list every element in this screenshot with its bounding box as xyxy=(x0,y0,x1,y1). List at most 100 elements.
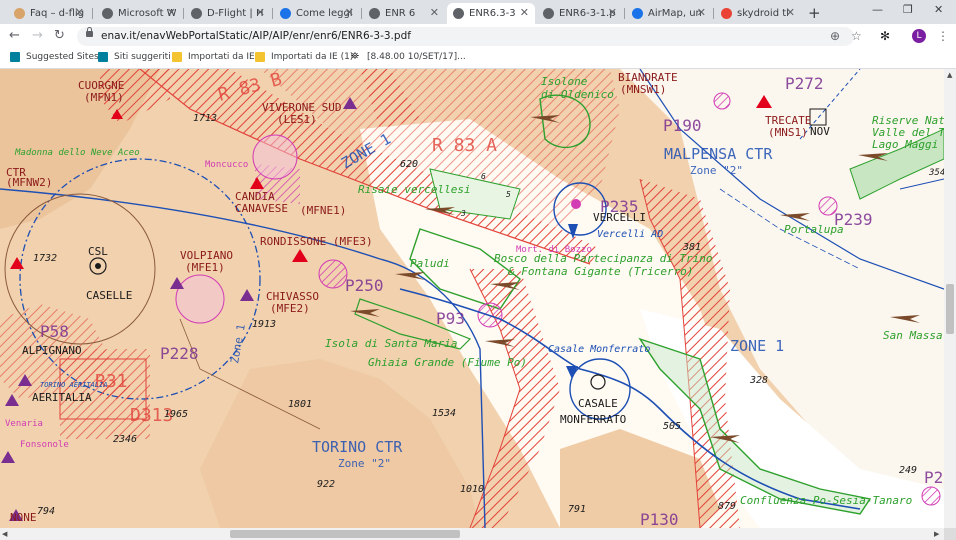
label-p190: P190 xyxy=(663,116,702,135)
tab-come-leggi[interactable]: Come leggi ✕ xyxy=(274,3,360,24)
close-tab-icon[interactable]: ✕ xyxy=(697,6,706,19)
label-caselle: CASELLE xyxy=(86,289,132,302)
restore-icon[interactable]: ❐ xyxy=(903,3,913,16)
label-mfe2: (MFE2) xyxy=(270,302,310,315)
vertical-scroll-thumb[interactable] xyxy=(946,284,954,334)
label-paludi: Paludi xyxy=(410,257,450,270)
elevation-328: 328 xyxy=(749,375,768,386)
bookmark-satellite[interactable]: ⛯ [8.48.00 10/SET/17]... xyxy=(351,51,466,63)
label-none: NONE xyxy=(10,511,37,524)
close-window-icon[interactable]: ✕ xyxy=(934,3,943,16)
label-mfnw2: (MFNW2) xyxy=(6,176,52,189)
tab-favicon-icon xyxy=(14,8,25,19)
close-tab-icon[interactable]: ✕ xyxy=(608,6,617,19)
bookmark-label: [8.48.00 10/SET/17]... xyxy=(367,52,466,62)
field-marker-6: 6 xyxy=(481,172,486,181)
label-zone2-torino: Zone "2" xyxy=(338,457,391,470)
pdf-viewer[interactable]: CUORGNE (MFN1) VIVERONE SUD (LES1) BIAND… xyxy=(0,69,944,528)
tab-dflight[interactable]: D-Flight | H ✕ xyxy=(185,3,271,24)
tab-enr6-3-1[interactable]: ENR6-3-1.p ✕ xyxy=(537,3,623,24)
tab-airmap[interactable]: AirMap, un ✕ xyxy=(626,3,712,24)
new-tab-button[interactable]: + xyxy=(808,4,821,22)
close-tab-icon[interactable]: ✕ xyxy=(786,6,795,19)
elevation-1010: 1010 xyxy=(460,484,484,495)
satellite-icon: ⛯ xyxy=(351,51,359,62)
bookmark-importati-ie-1[interactable]: Importati da IE (1) xyxy=(255,52,353,62)
elevation-1713: 1713 xyxy=(193,113,217,124)
scroll-up-icon[interactable]: ▲ xyxy=(947,71,952,79)
reload-icon[interactable]: ↻ xyxy=(54,28,65,43)
tab-divider xyxy=(183,8,184,19)
bing-icon xyxy=(10,52,20,62)
profile-avatar[interactable]: L xyxy=(912,29,926,43)
label-p58: P58 xyxy=(40,322,69,341)
extension-icon[interactable]: ✻ xyxy=(880,29,890,43)
scroll-right-icon[interactable]: ▶ xyxy=(934,530,939,538)
tab-strip: Faq – d-flig ✕ Microsoft W ✕ D-Flight | … xyxy=(0,0,956,24)
bookmark-importati-ie[interactable]: Importati da IE xyxy=(172,52,255,62)
elevation-879: 879 xyxy=(718,501,736,512)
bookmark-star-icon[interactable]: ☆ xyxy=(851,29,862,43)
elevation-2346: 2346 xyxy=(113,434,137,445)
elevation-505: 505 xyxy=(663,421,681,432)
label-malpensa-ctr: MALPENSA CTR xyxy=(664,145,773,163)
label-zone2-malpensa: Zone "2" xyxy=(690,164,743,177)
vertical-scrollbar[interactable]: ▲ xyxy=(944,69,956,528)
address-bar[interactable]: enav.it/enavWebPortalStatic/AIP/AIP/enr/… xyxy=(77,27,854,46)
close-tab-icon[interactable]: ✕ xyxy=(430,6,439,19)
bookmark-label: Importati da IE xyxy=(188,52,255,62)
label-vercelli: VERCELLI xyxy=(593,211,646,224)
close-tab-icon[interactable]: ✕ xyxy=(520,6,529,19)
label-r83a: R 83 A xyxy=(432,135,497,156)
scroll-corner xyxy=(944,528,956,540)
elevation-1913: 1913 xyxy=(252,319,276,330)
label-risaie: Risaie vercellesi xyxy=(358,183,471,196)
label-vercelli-ad: Vercelli AD xyxy=(597,229,663,240)
restricted-circle xyxy=(713,92,731,110)
close-tab-icon[interactable]: ✕ xyxy=(345,6,354,19)
close-tab-icon[interactable]: ✕ xyxy=(167,6,176,19)
minimize-icon[interactable]: — xyxy=(872,3,883,16)
label-mnsw1: (MNSW1) xyxy=(620,83,666,96)
forward-arrow-icon[interactable]: → xyxy=(32,28,43,43)
label-mns1: (MNS1) xyxy=(768,126,808,139)
scroll-left-icon[interactable]: ◀ xyxy=(2,530,7,538)
elevation-249: 249 xyxy=(899,465,917,476)
globe-icon xyxy=(543,8,554,19)
close-tab-icon[interactable]: ✕ xyxy=(256,6,265,19)
label-venaria: Venaria xyxy=(5,419,43,429)
label-confluenza: Confluenza Po-Sesia-Tanaro xyxy=(740,494,912,507)
tab-skydroid[interactable]: skydroid tl ✕ xyxy=(715,3,801,24)
field-marker-5: 5 xyxy=(506,190,511,199)
menu-kebab-icon[interactable]: ⋮ xyxy=(937,29,949,43)
elevation-354: 354 xyxy=(928,168,944,178)
horizontal-scroll-thumb[interactable] xyxy=(230,530,460,538)
elevation-381: 381 xyxy=(682,242,701,253)
label-torino-aeritalia: TORINO AERITALIA xyxy=(40,381,107,389)
label-p130: P130 xyxy=(640,510,679,528)
label-mfne1: (MFNE1) xyxy=(300,204,346,217)
label-p250: P250 xyxy=(345,276,384,295)
close-tab-icon[interactable]: ✕ xyxy=(75,6,84,19)
browser-toolbar: ← → ↻ enav.it/enavWebPortalStatic/AIP/AI… xyxy=(0,24,956,48)
restricted-circle xyxy=(318,259,348,289)
restricted-circle xyxy=(921,486,941,506)
tab-enr6-3-3[interactable]: ENR6.3-3 ✕ xyxy=(447,3,535,24)
elevation-1534: 1534 xyxy=(432,408,456,419)
label-p2: P2 xyxy=(924,468,943,487)
label-p272: P272 xyxy=(785,74,824,93)
label-rondissone: RONDISSONE (MFE3) xyxy=(260,235,373,248)
label-riserve-3: Lago Maggi xyxy=(872,138,938,151)
bookmark-label: Suggested Sites xyxy=(26,52,99,62)
back-arrow-icon[interactable]: ← xyxy=(9,28,20,43)
tab-enr6[interactable]: ENR 6 ✕ xyxy=(363,3,445,24)
tab-microsoft[interactable]: Microsoft W ✕ xyxy=(96,3,182,24)
horizontal-scrollbar[interactable]: ◀ ▶ xyxy=(0,528,944,540)
label-casale: CASALE xyxy=(578,397,618,410)
tab-favicon-icon xyxy=(280,8,291,19)
bookmark-siti-suggeriti[interactable]: Siti suggeriti xyxy=(98,52,171,62)
bookmark-suggested-sites[interactable]: Suggested Sites xyxy=(10,52,99,62)
zoom-icon[interactable]: ⊕ xyxy=(830,29,840,43)
url-text[interactable]: enav.it/enavWebPortalStatic/AIP/AIP/enr/… xyxy=(101,30,411,42)
tab-faq[interactable]: Faq – d-flig ✕ xyxy=(8,3,90,24)
